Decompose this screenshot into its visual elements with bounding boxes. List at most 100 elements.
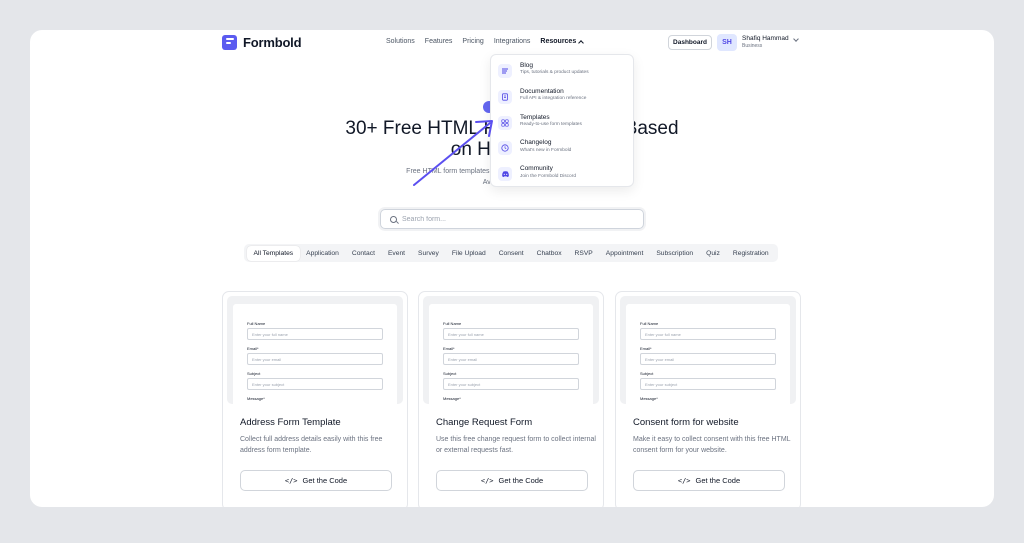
field-input: Enter your email [247,353,383,365]
tab-survey[interactable]: Survey [412,246,446,261]
form-preview: Full Name Enter your full name Email* En… [429,304,593,404]
browser-viewport: Formbold Solutions Features Pricing Inte… [30,30,994,507]
formbold-logo-icon [222,35,237,50]
brand-name: Formbold [243,35,302,50]
form-preview: Full Name Enter your full name Email* En… [626,304,790,404]
tab-contact[interactable]: Contact [345,246,381,261]
dropdown-item-title: Changelog [520,139,552,147]
field-input: Enter your subject [640,378,776,390]
dropdown-item-title: Documentation [520,87,564,95]
code-icon: </> [677,476,691,485]
field-label: Full Name [247,321,266,326]
dropdown-item-changelog[interactable]: Changelog What's new in Formbold [491,138,633,164]
avatar[interactable]: SH [717,34,737,51]
card-title: Change Request Form [436,417,533,428]
dropdown-item-desc: What's new in Formbold [520,147,572,153]
field-label: Full Name [443,321,462,326]
dropdown-item-desc: Full API & integration reference [520,96,587,102]
field-label: Subject [640,371,654,376]
dropdown-item-templates[interactable]: Templates Ready-to-use form templates [491,113,633,139]
grid-icon [498,115,512,130]
form-preview: Full Name Enter your full name Email* En… [233,304,397,404]
search-icon [390,215,397,223]
field-label: Subject [247,371,261,376]
field-input: Enter your subject [443,378,579,390]
lines-icon [498,64,512,78]
tab-rsvp[interactable]: RSVP [568,246,599,261]
get-code-button[interactable]: </> Get the Code [633,470,785,491]
search-box [380,209,644,229]
get-code-label: Get the Code [695,476,741,485]
field-label: Email* [443,346,455,351]
template-card[interactable]: Full Name Enter your full name Email* En… [615,291,801,507]
get-code-label: Get the Code [302,476,348,485]
code-icon: </> [480,476,494,485]
get-code-button[interactable]: </> Get the Code [240,470,392,491]
field-input: Enter your full name [443,328,579,340]
field-input: Enter your subject [247,378,383,390]
dropdown-item-community[interactable]: Community Join the Formbold Discord [491,164,633,190]
category-tabs: All Templates Application Contact Event … [244,244,779,262]
get-code-button[interactable]: </> Get the Code [436,470,588,491]
clock-icon [498,141,512,156]
tab-application[interactable]: Application [300,246,346,261]
dropdown-item-documentation[interactable]: Documentation Full API & integration ref… [491,87,633,113]
main-nav: Solutions Features Pricing Integrations … [386,38,585,46]
field-label: Message* [443,396,461,401]
template-card[interactable]: Full Name Enter your full name Email* En… [222,291,408,507]
brand-logo[interactable]: Formbold [222,35,302,50]
card-description: Use this free change request form to col… [436,436,596,454]
dropdown-item-title: Templates [520,113,550,121]
nav-resources-label: Resources [540,38,577,45]
search-input[interactable] [402,215,622,223]
field-label: Full Name [640,321,659,326]
field-input: Enter your full name [247,328,383,340]
field-label: Email* [247,346,259,351]
dropdown-item-desc: Ready-to-use form templates [520,122,582,128]
resources-dropdown: Blog Tips, tutorials & product updates D… [490,54,634,187]
user-menu[interactable]: Shafiq Hammad Business [742,35,789,49]
template-preview: Full Name Enter your full name Email* En… [423,296,599,404]
chevron-down-icon[interactable] [793,36,799,42]
template-preview: Full Name Enter your full name Email* En… [620,296,796,404]
user-name: Shafiq Hammad [742,35,789,42]
tab-quiz[interactable]: Quiz [700,246,727,261]
document-icon [498,89,512,104]
tab-all-templates[interactable]: All Templates [247,245,300,261]
nav-solutions[interactable]: Solutions [386,38,415,45]
code-icon: </> [284,476,298,485]
nav-features[interactable]: Features [425,38,453,45]
card-description: Make it easy to collect consent with thi… [633,436,791,454]
template-card[interactable]: Full Name Enter your full name Email* En… [418,291,604,507]
field-label: Message* [640,396,658,401]
card-description: Collect full address details easily with… [240,436,383,454]
nav-resources[interactable]: Resources [540,38,585,46]
dropdown-item-blog[interactable]: Blog Tips, tutorials & product updates [491,61,633,87]
tab-appointment[interactable]: Appointment [599,246,650,261]
field-label: Subject [443,371,457,376]
tab-subscription[interactable]: Subscription [650,246,700,261]
field-input: Enter your email [443,353,579,365]
tab-file-upload[interactable]: File Upload [445,246,492,261]
field-label: Message* [247,396,265,401]
card-title: Consent form for website [633,417,739,428]
nav-integrations[interactable]: Integrations [494,38,531,45]
user-role: Business [742,42,763,49]
template-preview: Full Name Enter your full name Email* En… [227,296,403,404]
dropdown-item-title: Community [520,165,553,173]
discord-icon [498,167,512,182]
get-code-label: Get the Code [498,476,544,485]
tab-registration[interactable]: Registration [726,246,775,261]
tab-event[interactable]: Event [381,246,411,261]
annotation-arrow-icon [413,120,493,186]
tab-chatbox[interactable]: Chatbox [530,246,568,261]
field-label: Email* [640,346,652,351]
tab-consent[interactable]: Consent [492,246,530,261]
dashboard-button[interactable]: Dashboard [668,35,712,50]
field-input: Enter your full name [640,328,776,340]
dropdown-item-desc: Join the Formbold Discord [520,173,576,179]
nav-pricing[interactable]: Pricing [462,38,483,45]
chevron-up-icon [578,39,585,46]
card-title: Address Form Template [240,417,341,428]
field-input: Enter your email [640,353,776,365]
